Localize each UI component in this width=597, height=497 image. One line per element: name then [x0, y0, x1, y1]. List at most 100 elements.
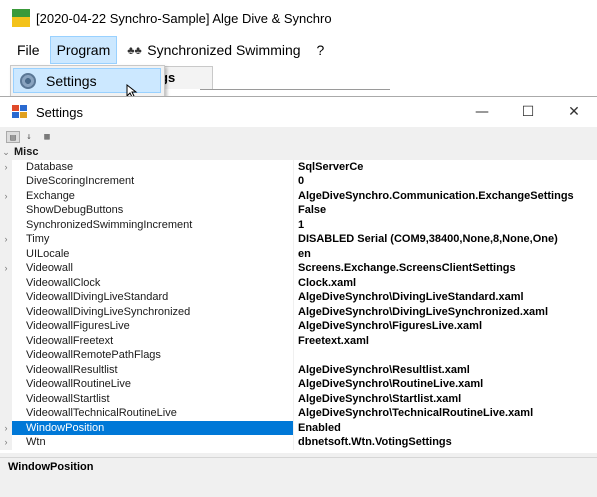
property-row[interactable]: VideowallTechnicalRoutineLive AlgeDiveSyn… — [0, 406, 597, 421]
property-row[interactable]: ShowDebugButtons False — [0, 203, 597, 218]
menu-program[interactable]: Program — [49, 36, 118, 64]
property-value[interactable]: AlgeDiveSynchro.Communication.ExchangeSe… — [298, 189, 593, 204]
property-row[interactable]: › Videowall Screens.Exchange.ScreensClient… — [0, 261, 597, 276]
property-value[interactable]: Freetext.xaml — [298, 334, 593, 349]
maximize-button[interactable]: ☐ — [505, 97, 551, 127]
property-value[interactable]: en — [298, 247, 593, 262]
property-row[interactable]: SynchronizedSwimmingIncrement 1 — [0, 217, 597, 233]
gear-icon — [20, 72, 36, 89]
property-value[interactable] — [298, 348, 593, 363]
column-separator — [293, 333, 294, 348]
expand-icon[interactable]: › — [0, 159, 12, 174]
property-row[interactable]: › Timy DISABLED Serial (COM9,38400,None,8,… — [0, 232, 597, 247]
property-value[interactable]: dbnetsoft.Wtn.VotingSettings — [298, 435, 593, 450]
property-row[interactable]: DiveScoringIncrement 0 — [0, 174, 597, 189]
property-name[interactable]: VideowallResultlist — [26, 363, 294, 378]
property-name[interactable]: VideowallClock — [26, 276, 294, 291]
menu-item-settings-label: Settings — [46, 72, 97, 89]
property-row[interactable]: › Wtn dbnetsoft.Wtn.VotingSettings — [0, 435, 597, 450]
property-value[interactable]: Enabled — [298, 421, 593, 436]
close-button[interactable]: ✕ — [551, 97, 597, 127]
column-separator — [293, 246, 294, 261]
category-label: Misc — [14, 146, 39, 158]
property-pages-icon[interactable]: ▦ — [40, 131, 54, 143]
property-value[interactable]: Screens.Exchange.ScreensClientSettings — [298, 261, 593, 276]
expand-icon[interactable]: › — [0, 188, 12, 203]
property-value[interactable]: AlgeDiveSynchro\DivingLiveStandard.xaml — [298, 290, 593, 305]
property-row[interactable]: › WindowPosition Enabled — [0, 420, 597, 436]
property-name[interactable]: VideowallRemotePathFlags — [26, 348, 294, 363]
menu-synchronized-swimming[interactable]: ♣♣ Synchronized Swimming — [119, 36, 308, 64]
settings-dialog: Settings — ☐ ✕ ▤ ↓ ▦ ⌄ Misc › Database Sql… — [0, 96, 597, 497]
program-dropdown: Settings — [10, 65, 165, 97]
column-separator — [293, 232, 294, 247]
property-value[interactable]: AlgeDiveSynchro\DivingLiveSynchronized.x… — [298, 305, 593, 320]
property-value[interactable]: AlgeDiveSynchro\Startlist.xaml — [298, 392, 593, 407]
property-name[interactable]: VideowallFiguresLive — [26, 319, 294, 334]
property-row[interactable]: VideowallRoutineLive AlgeDiveSynchro\Rout… — [0, 377, 597, 392]
property-row[interactable]: VideowallStartlist AlgeDiveSynchro\Startl… — [0, 391, 597, 407]
menu-synchronized-label: Synchronized Swimming — [147, 42, 301, 58]
property-value[interactable]: 0 — [298, 174, 593, 189]
property-row[interactable]: › Database SqlServerCe — [0, 159, 597, 175]
row-gutter — [0, 362, 12, 377]
property-row[interactable]: VideowallDivingLiveStandard AlgeDiveSynch… — [0, 290, 597, 305]
column-separator — [293, 391, 294, 406]
category-row[interactable]: ⌄ Misc — [0, 145, 597, 160]
property-row[interactable]: VideowallRemotePathFlags — [0, 348, 597, 363]
menu-help[interactable]: ? — [309, 36, 333, 64]
property-name[interactable]: Wtn — [26, 435, 294, 450]
description-title: WindowPosition — [8, 461, 94, 473]
property-value[interactable]: AlgeDiveSynchro\TechnicalRoutineLive.xam… — [298, 406, 593, 421]
property-grid: ⌄ Misc › Database SqlServerCe DiveScoringIn… — [0, 145, 597, 453]
menu-file[interactable]: File — [9, 36, 48, 64]
property-name[interactable]: ShowDebugButtons — [26, 203, 294, 218]
property-name[interactable]: SynchronizedSwimmingIncrement — [26, 218, 294, 233]
property-name[interactable]: VideowallFreetext — [26, 334, 294, 349]
expand-icon[interactable]: › — [0, 435, 12, 450]
tab-divider — [200, 89, 390, 90]
property-value[interactable]: AlgeDiveSynchro\FiguresLive.xaml — [298, 319, 593, 334]
property-row[interactable]: › Exchange AlgeDiveSynchro.Communication.E… — [0, 188, 597, 204]
property-name[interactable]: VideowallStartlist — [26, 392, 294, 407]
property-name[interactable]: VideowallTechnicalRoutineLive — [26, 406, 294, 421]
property-value[interactable]: False — [298, 203, 593, 218]
column-separator — [293, 304, 294, 319]
property-row[interactable]: VideowallDivingLiveSynchronized AlgeDiveS… — [0, 304, 597, 320]
expand-icon[interactable]: › — [0, 232, 12, 247]
dialog-title: Settings — [36, 104, 83, 120]
categorized-view-icon[interactable]: ▤ — [6, 130, 20, 143]
column-separator — [293, 290, 294, 305]
minimize-button[interactable]: — — [459, 97, 505, 127]
property-name[interactable]: VideowallDivingLiveStandard — [26, 290, 294, 305]
row-gutter — [0, 391, 12, 406]
column-separator — [293, 406, 294, 421]
collapse-icon[interactable]: ⌄ — [0, 145, 12, 160]
expand-icon[interactable]: › — [0, 261, 12, 276]
property-value[interactable]: SqlServerCe — [298, 160, 593, 175]
property-value[interactable]: 1 — [298, 218, 593, 233]
property-value[interactable]: AlgeDiveSynchro\Resultlist.xaml — [298, 363, 593, 378]
property-name[interactable]: DiveScoringIncrement — [26, 174, 294, 189]
property-row[interactable]: VideowallClock Clock.xaml — [0, 275, 597, 291]
property-name[interactable]: VideowallRoutineLive — [26, 377, 294, 392]
property-value[interactable]: Clock.xaml — [298, 276, 593, 291]
row-gutter — [0, 333, 12, 348]
column-separator — [293, 261, 294, 276]
property-row[interactable]: VideowallFreetext Freetext.xaml — [0, 333, 597, 349]
property-name[interactable]: Database — [26, 160, 294, 175]
property-name[interactable]: Exchange — [26, 189, 294, 204]
property-value[interactable]: AlgeDiveSynchro\RoutineLive.xaml — [298, 377, 593, 392]
property-name[interactable]: WindowPosition — [12, 420, 294, 435]
property-row[interactable]: VideowallFiguresLive AlgeDiveSynchro\Figu… — [0, 319, 597, 334]
property-row[interactable]: UILocale en — [0, 246, 597, 262]
property-name[interactable]: VideowallDivingLiveSynchronized — [26, 305, 294, 320]
expand-icon[interactable]: › — [0, 420, 12, 435]
property-value[interactable]: DISABLED Serial (COM9,38400,None,8,None,… — [298, 232, 593, 247]
property-name[interactable]: Videowall — [26, 261, 294, 276]
alphabetical-sort-icon[interactable]: ↓ — [22, 131, 36, 143]
property-name[interactable]: UILocale — [26, 247, 294, 262]
property-name[interactable]: Timy — [26, 232, 294, 247]
row-gutter — [0, 406, 12, 421]
property-row[interactable]: VideowallResultlist AlgeDiveSynchro\Resul… — [0, 362, 597, 378]
